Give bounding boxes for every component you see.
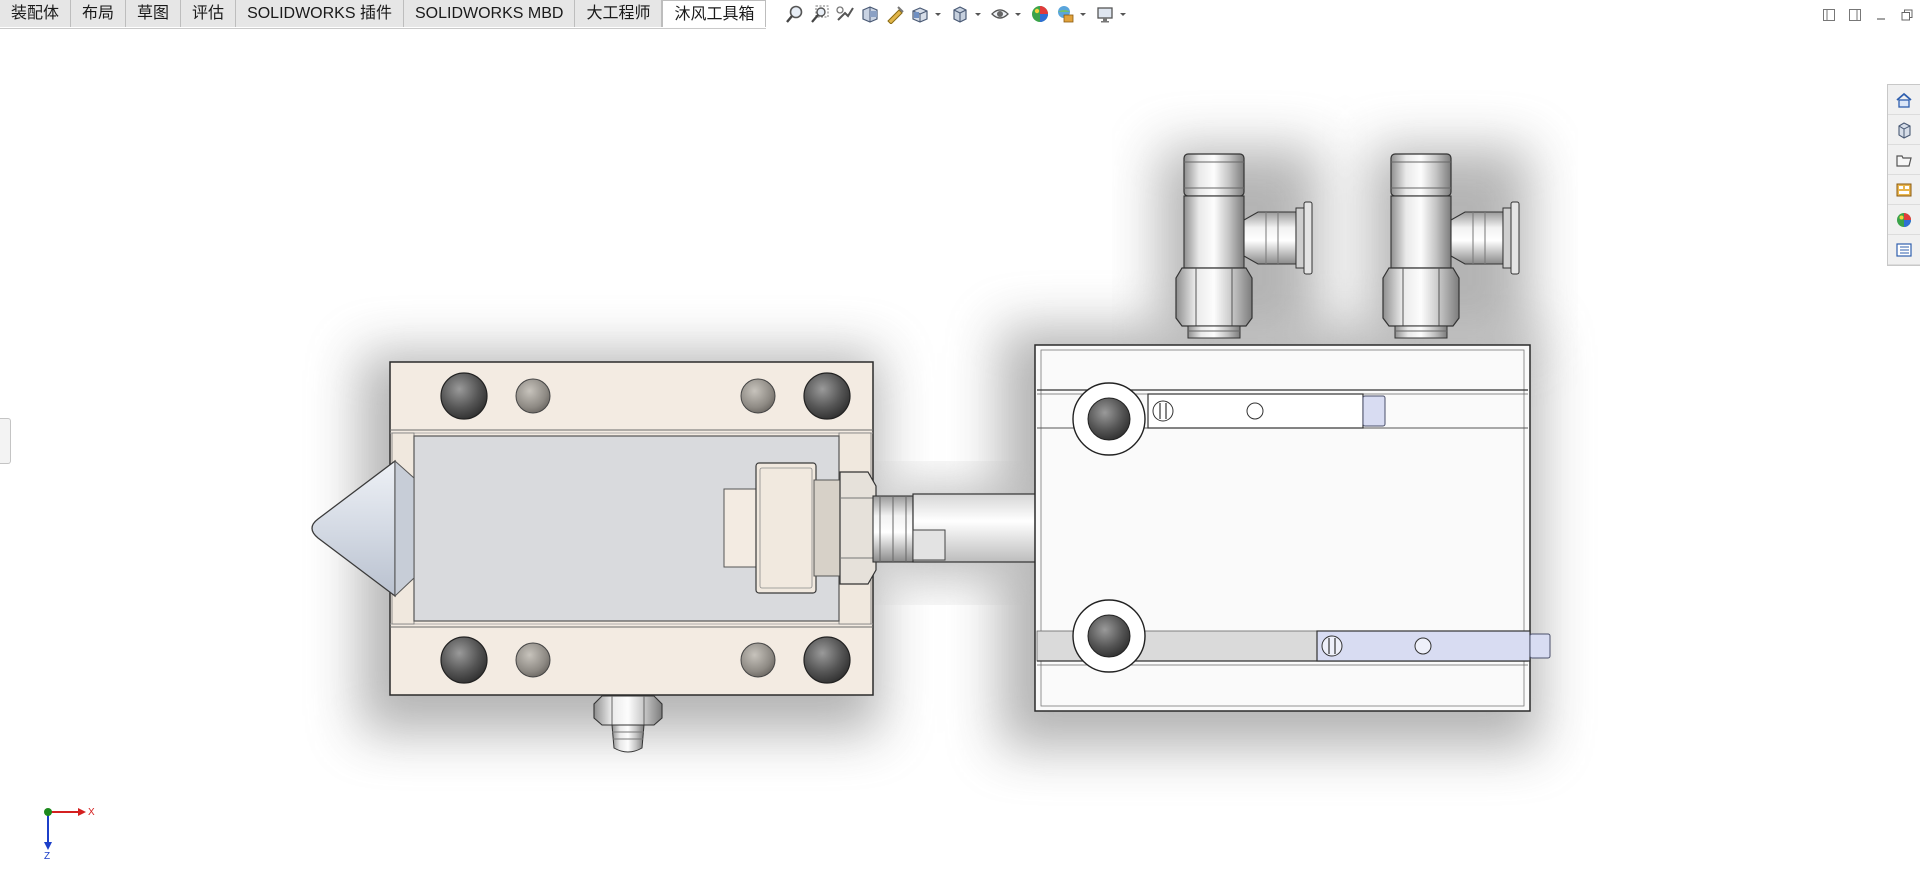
tab-assembly[interactable]: 装配体 <box>0 0 72 27</box>
triad-z-label: Z <box>44 851 50 860</box>
graphics-area[interactable] <box>0 28 1920 881</box>
coupling-nut <box>872 495 914 563</box>
tab-sketch[interactable]: 草图 <box>126 0 182 27</box>
appearances-scenes-icon[interactable] <box>1888 205 1920 235</box>
window-controls <box>1816 4 1920 26</box>
solidworks-resources-icon[interactable] <box>1888 85 1920 115</box>
edit-appearance-icon[interactable] <box>1029 3 1051 25</box>
view-settings-dropdown-icon[interactable] <box>1119 3 1127 25</box>
display-style-dropdown-icon[interactable] <box>974 3 982 25</box>
tab-layout[interactable]: 布局 <box>71 0 127 27</box>
lower-magnetic-sensor <box>1316 630 1551 662</box>
tile-right-icon[interactable] <box>1842 4 1868 26</box>
bottom-lube-fitting <box>593 695 663 753</box>
hide-show-items-icon[interactable] <box>989 3 1011 25</box>
zoom-to-area-icon[interactable] <box>809 3 831 25</box>
apply-scene-icon[interactable] <box>1054 3 1076 25</box>
tab-evaluate[interactable]: 评估 <box>181 0 237 27</box>
heads-up-view-toolbar <box>784 3 1131 25</box>
view-palette-icon[interactable] <box>1888 175 1920 205</box>
display-style-icon[interactable] <box>949 3 971 25</box>
hide-show-dropdown-icon[interactable] <box>1014 3 1022 25</box>
tab-solidworks-mbd[interactable]: SOLIDWORKS MBD <box>403 0 576 27</box>
custom-properties-icon[interactable] <box>1888 235 1920 265</box>
model-view <box>311 148 1551 753</box>
command-manager-tabs: 装配体 布局 草图 评估 SOLIDWORKS 插件 SOLIDWORKS MB… <box>0 0 767 29</box>
section-view-icon[interactable] <box>859 3 881 25</box>
reference-triad[interactable]: X Z <box>38 800 98 865</box>
dynamic-annotation-icon[interactable] <box>884 3 906 25</box>
tab-big-engineer[interactable]: 大工程师 <box>575 0 663 27</box>
view-orientation-icon[interactable] <box>909 3 931 25</box>
file-explorer-icon[interactable] <box>1888 145 1920 175</box>
piston-rod <box>912 493 1038 563</box>
apply-scene-dropdown-icon[interactable] <box>1079 3 1087 25</box>
restore-icon[interactable] <box>1894 4 1920 26</box>
task-pane <box>1887 84 1920 266</box>
upper-magnetic-sensor <box>1147 393 1386 429</box>
design-library-icon[interactable] <box>1888 115 1920 145</box>
minimize-icon[interactable] <box>1868 4 1894 26</box>
zoom-to-fit-icon[interactable] <box>784 3 806 25</box>
previous-view-icon[interactable] <box>834 3 856 25</box>
triad-x-label: X <box>88 807 95 818</box>
view-settings-icon[interactable] <box>1094 3 1116 25</box>
tile-left-icon[interactable] <box>1816 4 1842 26</box>
tab-mufeng-toolbox[interactable]: 沐风工具箱 <box>662 0 767 27</box>
view-orientation-dropdown-icon[interactable] <box>934 3 942 25</box>
tab-solidworks-addins[interactable]: SOLIDWORKS 插件 <box>236 0 404 27</box>
